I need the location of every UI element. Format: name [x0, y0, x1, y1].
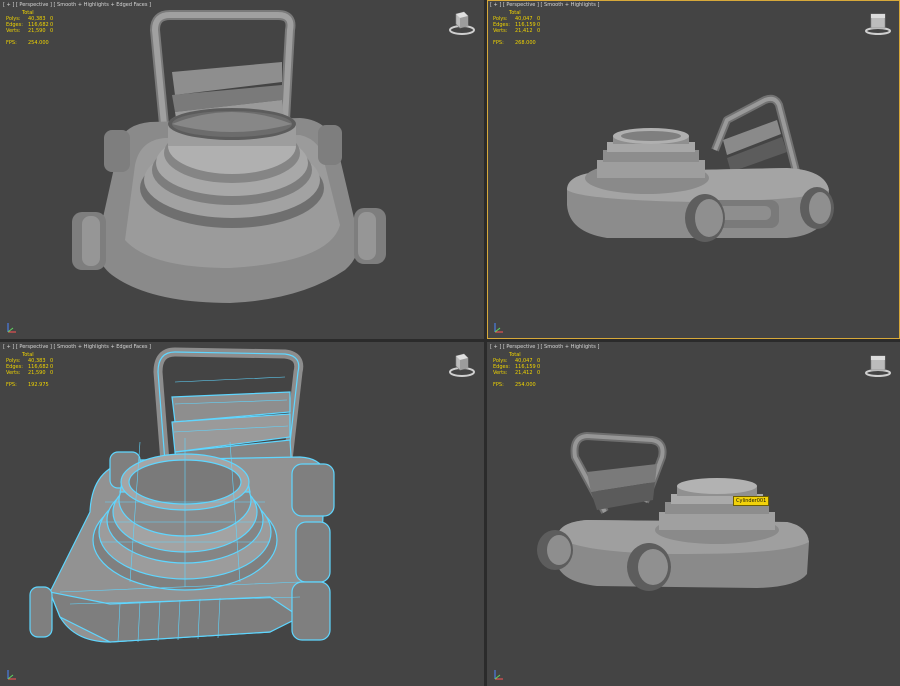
- viewport-bottom-right[interactable]: [ + ] [ Perspective ] [ Smooth + Highlig…: [487, 342, 900, 686]
- viewport-top-right[interactable]: [ + ] [ Perspective ] [ Smooth + Highlig…: [487, 0, 900, 339]
- viewport-grid: [ + ] [ Perspective ] [ Smooth + Highlig…: [0, 0, 900, 686]
- object-tooltip: Cylinder001: [733, 496, 770, 506]
- lawnmower-model[interactable]: [487, 0, 900, 339]
- lawnmower-model[interactable]: [487, 342, 900, 686]
- lawnmower-model[interactable]: [0, 0, 484, 339]
- viewport-top-left[interactable]: [ + ] [ Perspective ] [ Smooth + Highlig…: [0, 0, 484, 339]
- lawnmower-wireframe-model[interactable]: [0, 342, 484, 686]
- viewport-bottom-left[interactable]: [ + ] [ Perspective ] [ Smooth + Highlig…: [0, 342, 484, 686]
